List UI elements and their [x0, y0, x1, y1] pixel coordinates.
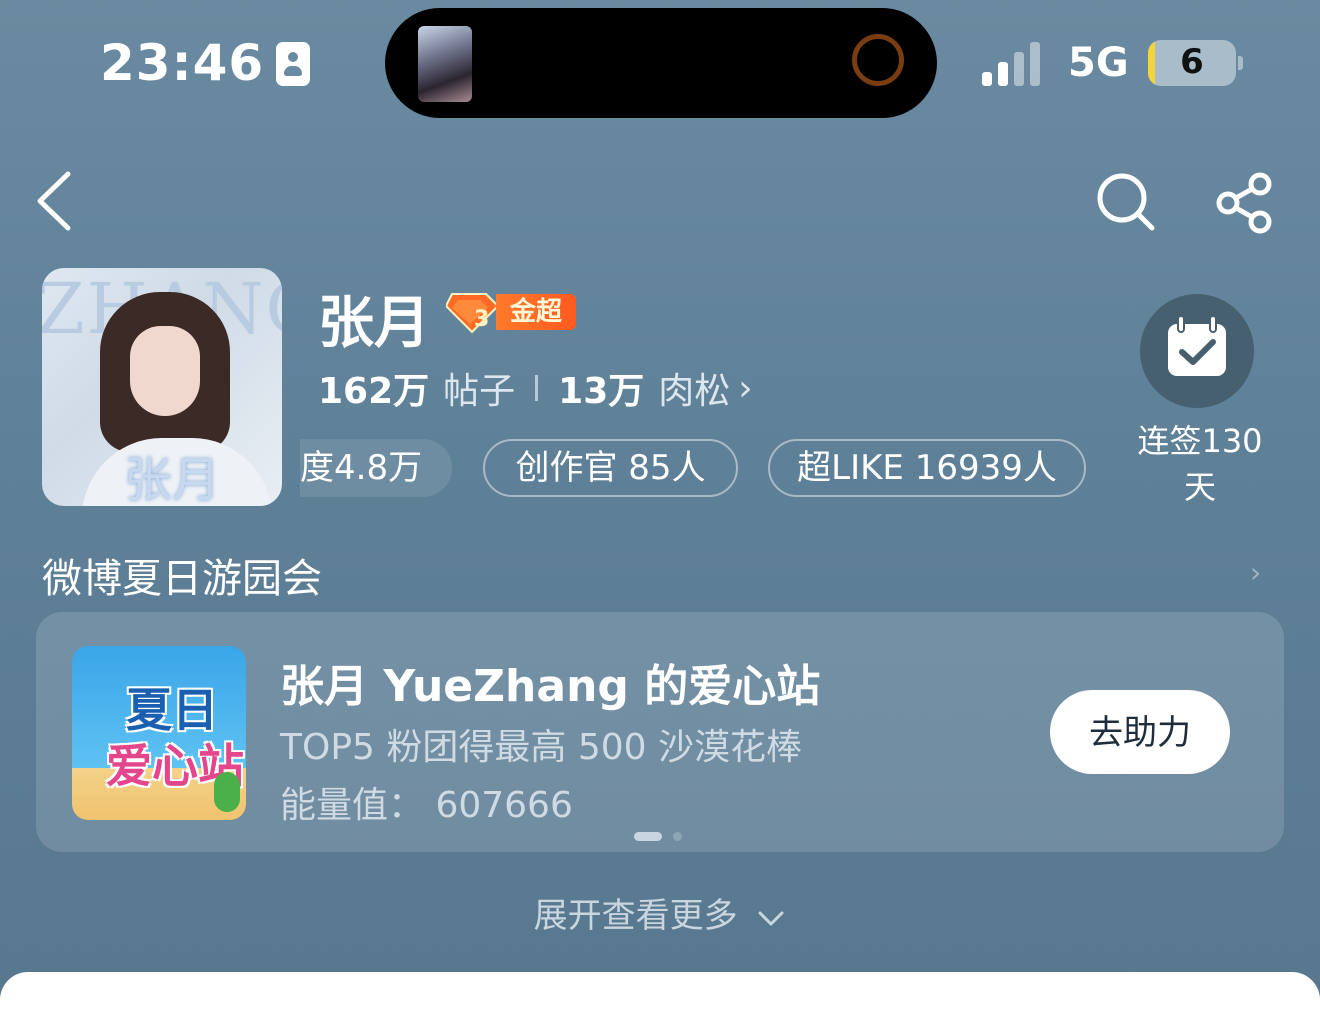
checkin-button[interactable] — [1140, 294, 1254, 408]
bottom-sheet — [0, 972, 1320, 1032]
stats-divider — [535, 375, 539, 401]
section-title[interactable]: 微博夏日游园会 — [42, 546, 322, 604]
tag-creators[interactable]: 创作官 85人 — [483, 439, 738, 497]
event-title: 张月 YueZhang 的爱心站 — [280, 661, 821, 712]
back-icon — [37, 171, 71, 231]
community-avatar[interactable]: ZHANG 张月 — [42, 268, 282, 506]
community-name: 张月 — [318, 291, 430, 356]
pagination-dot-active — [634, 832, 662, 841]
avatar-name: 张月 — [124, 452, 221, 506]
cactus-icon — [214, 772, 240, 812]
section-chevron-icon[interactable]: › — [1250, 556, 1261, 589]
event-subtitle: TOP5 粉团得最高 500 沙漠花棒 — [280, 727, 802, 768]
battery-level: 6 — [1180, 42, 1204, 82]
fans-label[interactable]: 肉松 — [658, 362, 730, 414]
network-type: 5G — [1068, 40, 1129, 86]
search-button[interactable] — [1094, 170, 1158, 234]
share-button[interactable] — [1214, 170, 1278, 234]
checkin-streak-label[interactable]: 连签130天 — [1130, 418, 1270, 510]
battery-icon: 6 — [1148, 40, 1236, 86]
share-icon — [1216, 172, 1272, 234]
tag-heat[interactable]: 度4.8万 — [300, 439, 452, 497]
media-thumbnail[interactable] — [418, 26, 472, 102]
expand-more[interactable]: 展开查看更多 — [0, 888, 1320, 937]
carousel-pagination — [634, 826, 688, 845]
expand-label[interactable]: 展开查看更多 — [534, 896, 738, 936]
pagination-dot — [673, 832, 683, 841]
fans-chevron-icon[interactable]: › — [738, 368, 752, 409]
fans-count[interactable]: 13万 — [558, 362, 644, 414]
gem-icon: 3 — [446, 293, 500, 334]
badge-level: 3 — [474, 307, 489, 332]
event-energy: 能量值： 607666 — [280, 785, 573, 826]
community-stats: 162万 帖子 13万 肉松 › — [318, 362, 753, 414]
chevron-down-icon — [758, 911, 784, 925]
status-time: 23:46 — [100, 34, 265, 92]
badge-label: 金超 — [496, 294, 576, 330]
back-button[interactable] — [30, 170, 80, 232]
help-button[interactable]: 去助力 — [1050, 690, 1230, 774]
tag-super-like[interactable]: 超LIKE 16939人 — [768, 439, 1086, 497]
posts-label: 帖子 — [443, 371, 516, 412]
posts-count: 162万 — [318, 371, 430, 412]
id-card-icon — [276, 42, 310, 86]
event-thumbnail[interactable]: 夏日 爱心站 — [72, 646, 246, 820]
battery-nub — [1238, 56, 1243, 70]
search-icon — [1097, 173, 1155, 231]
recording-ring-icon — [852, 34, 904, 86]
signal-strength-icon — [982, 40, 1048, 86]
level-badge[interactable]: 3 金超 — [446, 290, 576, 334]
calendar-check-icon — [1168, 315, 1226, 376]
